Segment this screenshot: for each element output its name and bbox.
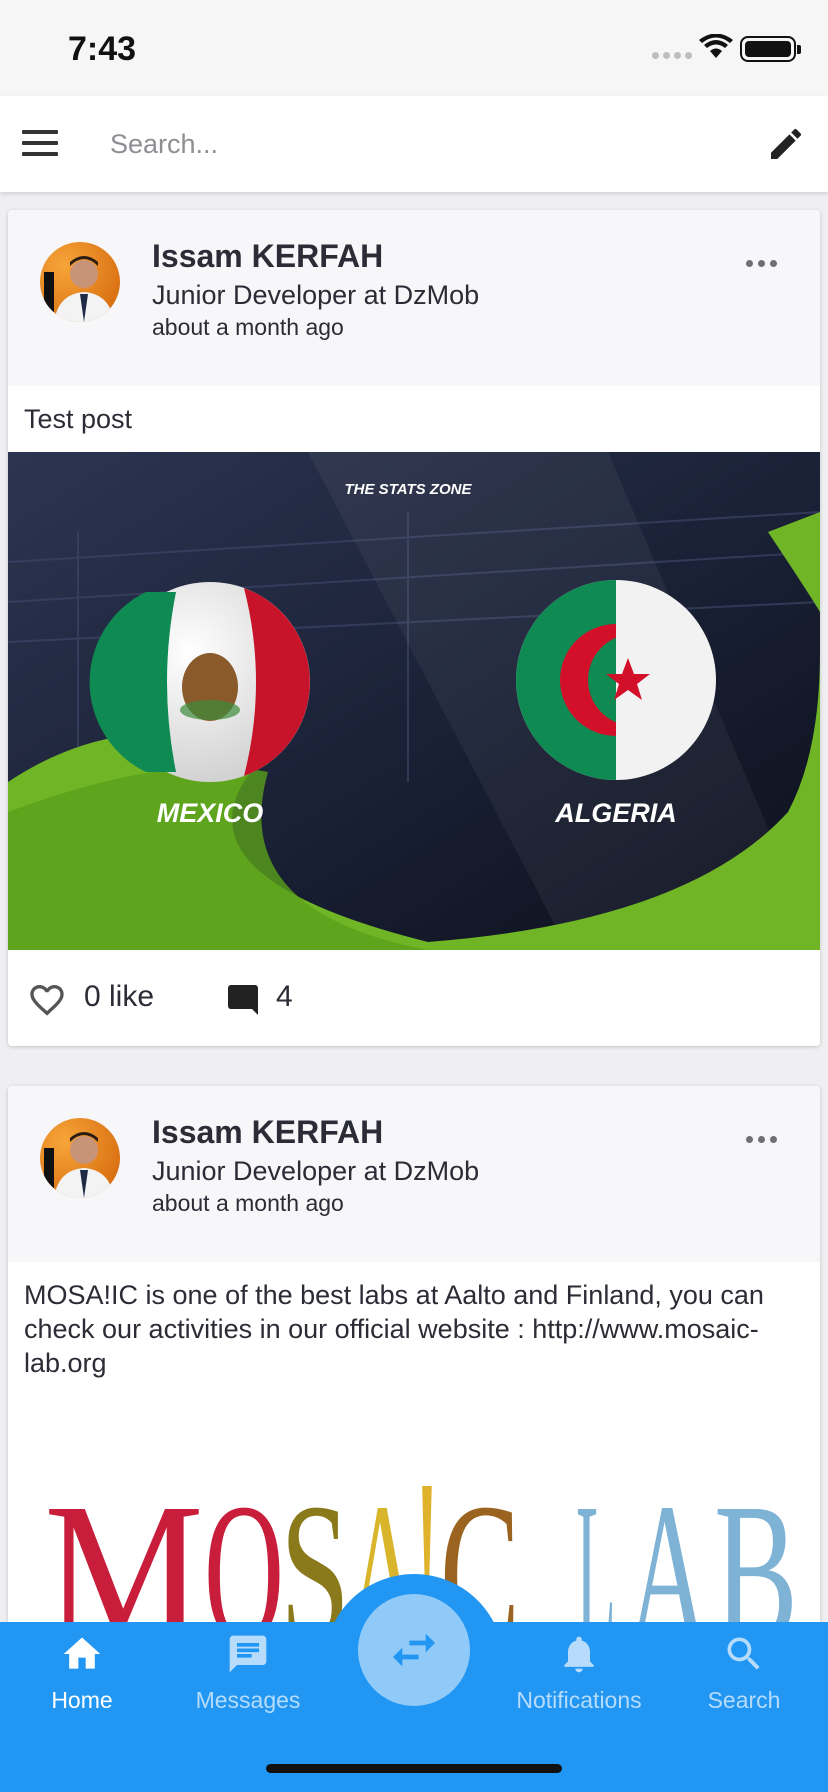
post-timestamp: about a month ago bbox=[152, 314, 344, 340]
more-options-icon[interactable] bbox=[746, 1136, 777, 1143]
brand-logo: THE STATS ZONE bbox=[345, 481, 473, 498]
post-header: Issam KERFAH Junior Developer at DzMob a… bbox=[8, 1086, 820, 1262]
more-options-icon[interactable] bbox=[746, 260, 777, 267]
post-timestamp: about a month ago bbox=[152, 1190, 344, 1216]
wifi-icon bbox=[699, 34, 733, 58]
author-name[interactable]: Issam KERFAH bbox=[152, 238, 383, 275]
swap-icon bbox=[393, 1633, 435, 1667]
top-search-bar bbox=[0, 96, 828, 192]
nav-search[interactable]: Search bbox=[669, 1632, 819, 1714]
post-card: Issam KERFAH Junior Developer at DzMob a… bbox=[8, 1086, 820, 1650]
nav-search-label: Search bbox=[707, 1687, 781, 1713]
nav-home[interactable]: Home bbox=[7, 1632, 157, 1714]
comment-count[interactable]: 4 bbox=[276, 980, 293, 1014]
nav-notifications[interactable]: Notifications bbox=[504, 1632, 654, 1714]
edit-pencil-icon[interactable] bbox=[766, 124, 806, 164]
avatar[interactable] bbox=[40, 242, 120, 322]
status-bar: 7:43 bbox=[0, 0, 828, 96]
team-left-label: MEXICO bbox=[157, 798, 264, 828]
center-action-button[interactable] bbox=[358, 1594, 470, 1706]
cellular-signal-icon bbox=[652, 52, 692, 59]
mexico-ball bbox=[89, 582, 310, 782]
post-header: Issam KERFAH Junior Developer at DzMob a… bbox=[8, 210, 820, 386]
search-input[interactable] bbox=[110, 118, 710, 170]
post-text: Test post bbox=[24, 404, 133, 434]
author-name[interactable]: Issam KERFAH bbox=[152, 1114, 383, 1151]
post-feed: Issam KERFAH Junior Developer at DzMob a… bbox=[8, 210, 820, 1690]
post-card: Issam KERFAH Junior Developer at DzMob a… bbox=[8, 210, 820, 1046]
nav-messages[interactable]: Messages bbox=[173, 1632, 323, 1714]
home-icon bbox=[63, 1637, 101, 1669]
algeria-ball bbox=[516, 580, 716, 780]
search-icon bbox=[727, 1637, 760, 1670]
author-role: Junior Developer at DzMob bbox=[152, 280, 480, 310]
author-role: Junior Developer at DzMob bbox=[152, 1156, 480, 1186]
nav-home-label: Home bbox=[51, 1687, 113, 1713]
comment-icon[interactable] bbox=[224, 982, 262, 1018]
home-indicator[interactable] bbox=[266, 1764, 562, 1773]
post-image[interactable]: THE STATS ZONE MEXICO ALGERIA bbox=[8, 452, 820, 950]
nav-messages-label: Messages bbox=[195, 1687, 301, 1713]
message-icon bbox=[229, 1635, 267, 1673]
hamburger-menu-icon[interactable] bbox=[22, 130, 58, 156]
post-text: MOSA!IC is one of the best labs at Aalto… bbox=[24, 1280, 764, 1378]
heart-outline-icon[interactable] bbox=[26, 980, 68, 1020]
like-count[interactable]: 0 like bbox=[84, 980, 154, 1014]
post-actions: 0 like 4 bbox=[8, 950, 820, 1046]
bell-icon bbox=[564, 1636, 594, 1673]
battery-icon bbox=[740, 36, 801, 62]
status-time: 7:43 bbox=[68, 30, 137, 68]
team-right-label: ALGERIA bbox=[554, 798, 677, 828]
nav-notifications-label: Notifications bbox=[516, 1687, 642, 1713]
avatar[interactable] bbox=[40, 1118, 120, 1198]
